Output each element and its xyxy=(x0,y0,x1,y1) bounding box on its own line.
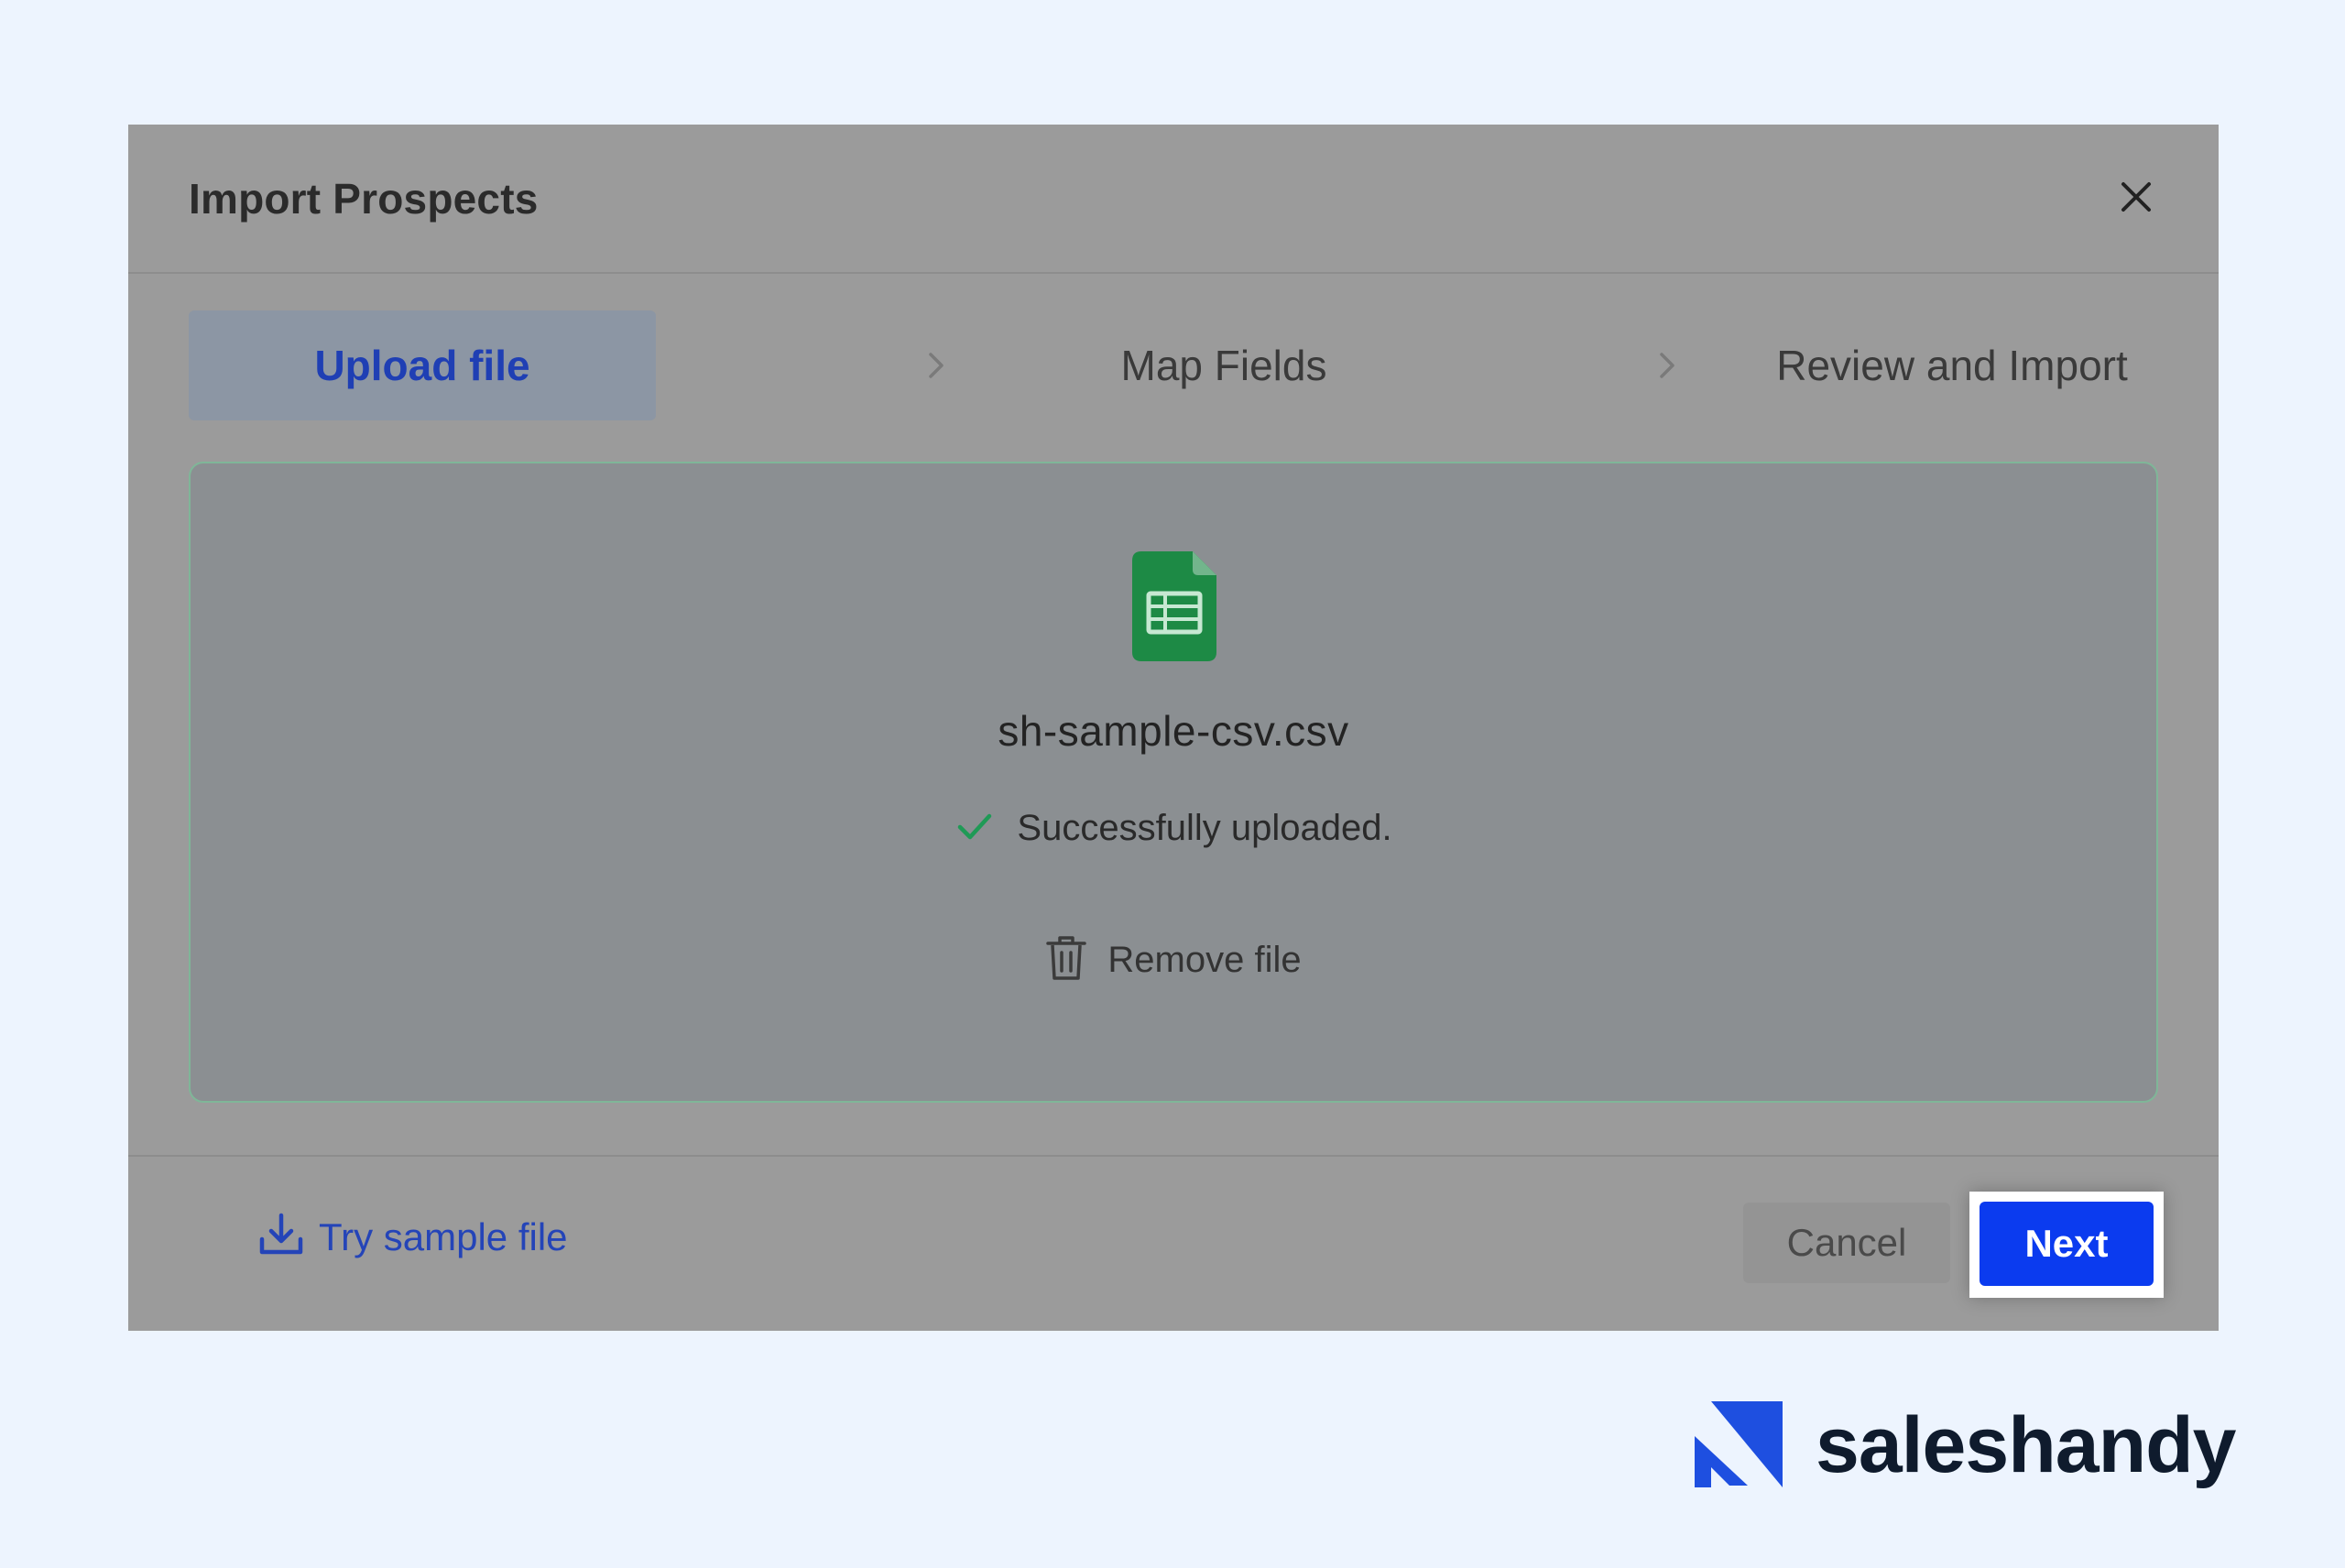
spreadsheet-file-icon xyxy=(1132,551,1216,661)
import-stepper: Upload file Map Fields Review and Import xyxy=(189,310,2158,420)
modal-title: Import Prospects xyxy=(189,175,539,223)
chevron-right-icon xyxy=(1649,347,1685,384)
import-prospects-modal: Import Prospects Upload file Map Fields … xyxy=(128,125,2219,1331)
brand-logo: saleshandy xyxy=(1693,1399,2236,1491)
remove-file-button[interactable]: Remove file xyxy=(191,934,2156,986)
brand-name: saleshandy xyxy=(1816,1400,2236,1489)
check-icon xyxy=(954,806,995,851)
step-upload-file[interactable]: Upload file xyxy=(189,310,656,420)
saleshandy-logo-icon xyxy=(1693,1399,1784,1491)
next-button-highlight: Next xyxy=(1969,1192,2164,1298)
chevron-right-icon xyxy=(918,347,954,384)
try-sample-file-link[interactable]: Try sample file xyxy=(258,1212,568,1262)
step-review-and-import[interactable]: Review and Import xyxy=(1746,310,2158,420)
uploaded-file-name: sh-sample-csv.csv xyxy=(998,707,1349,755)
step-map-fields[interactable]: Map Fields xyxy=(1013,310,1434,420)
cancel-button[interactable]: Cancel xyxy=(1743,1203,1950,1283)
remove-file-label: Remove file xyxy=(1107,940,1302,980)
download-icon xyxy=(258,1212,304,1262)
modal-footer: Try sample file Cancel Next xyxy=(128,1155,2219,1331)
upload-status-text: Successfully uploaded. xyxy=(1017,808,1392,848)
try-sample-file-label: Try sample file xyxy=(319,1214,568,1258)
next-button[interactable]: Next xyxy=(1980,1202,2154,1286)
close-icon[interactable] xyxy=(2114,175,2158,219)
modal-header: Import Prospects xyxy=(128,125,2219,274)
upload-dropzone[interactable]: sh-sample-csv.csv Successfully uploaded.… xyxy=(189,462,2158,1103)
upload-status: Successfully uploaded. xyxy=(191,806,2156,851)
trash-icon xyxy=(1045,934,1087,986)
